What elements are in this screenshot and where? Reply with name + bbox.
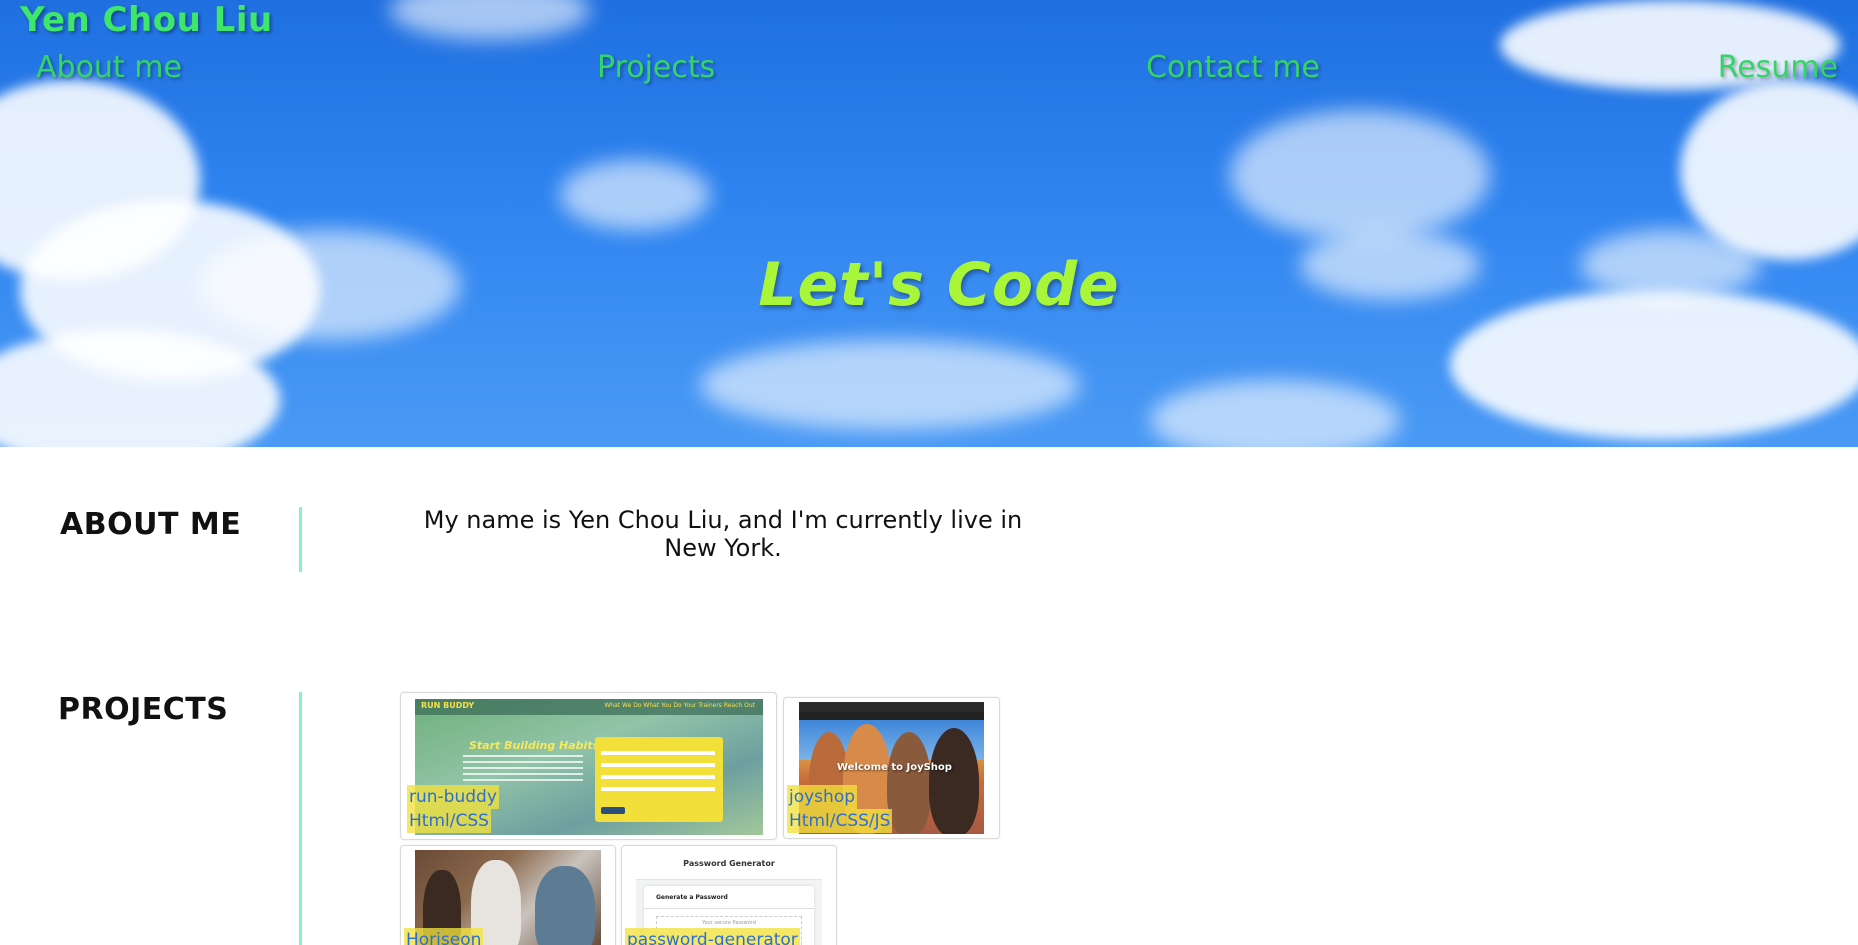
thumbnail-subtitle: Generate a Password xyxy=(656,894,728,901)
cloud-graphic xyxy=(560,160,710,230)
nav-link-resume[interactable]: Resume xyxy=(1718,50,1838,85)
nav-link-projects[interactable]: Projects xyxy=(597,50,715,85)
thumbnail-form-field xyxy=(601,787,715,791)
thumbnail-text-line xyxy=(463,773,583,775)
thumbnail-title: Password Generator xyxy=(683,859,775,868)
thumbnail-logo: RUN BUDDY xyxy=(421,701,475,710)
project-name-label[interactable]: joyshop xyxy=(787,785,858,809)
cloud-graphic xyxy=(1230,110,1490,240)
nav-link-about[interactable]: About me xyxy=(36,50,182,85)
about-text: My name is Yen Chou Liu, and I'm current… xyxy=(423,506,1023,562)
thumbnail-text-line xyxy=(463,767,583,769)
cloud-graphic xyxy=(1150,380,1400,447)
thumbnail-form xyxy=(595,737,723,822)
thumbnail-placeholder: Your secure Password xyxy=(702,920,756,926)
thumbnail-person xyxy=(929,728,979,834)
main-nav: About me Projects Contact me Resume xyxy=(0,50,1858,94)
about-title: ABOUT ME xyxy=(60,507,242,542)
thumbnail-divider xyxy=(644,908,814,909)
hero-banner: Yen Chou Liu About me Projects Contact m… xyxy=(0,0,1858,447)
project-card-run-buddy[interactable]: RUN BUDDY What We Do What You Do Your Tr… xyxy=(400,692,777,840)
cloud-graphic xyxy=(700,340,1080,430)
thumbnail-form-field xyxy=(601,775,715,779)
thumbnail-headline: Start Building Habits. xyxy=(469,739,604,752)
project-tech-label: Html/CSS xyxy=(407,809,491,833)
project-name-label[interactable]: password-generator xyxy=(625,928,800,945)
thumbnail-form-field xyxy=(601,751,715,755)
thumbnail-text-line xyxy=(463,761,583,763)
thumbnail-navbar xyxy=(799,702,984,712)
thumbnail-form-field xyxy=(601,763,715,767)
thumbnail-text-line xyxy=(463,779,583,781)
project-card-horiseon[interactable]: Horiseon xyxy=(400,845,616,945)
projects-title: PROJECTS xyxy=(58,692,229,727)
project-card-joyshop[interactable]: Welcome to JoyShop joyshop Html/CSS/JS xyxy=(783,697,1000,839)
nav-link-contact[interactable]: Contact me xyxy=(1146,50,1320,85)
thumbnail-header: Password Generator xyxy=(636,850,822,880)
cloud-graphic xyxy=(390,0,590,40)
thumbnail-nav-text: What We Do What You Do Your Trainers Rea… xyxy=(604,702,755,709)
project-card-password-generator[interactable]: Password Generator Generate a Password Y… xyxy=(621,845,837,945)
thumbnail-promo-banner xyxy=(799,712,984,720)
thumbnail-person xyxy=(535,866,595,945)
project-tech-label: Html/CSS/JS xyxy=(787,809,893,833)
project-name-label[interactable]: Horiseon xyxy=(404,928,484,945)
section-divider xyxy=(299,692,302,945)
hero-heading: Let's Code xyxy=(758,250,1120,320)
site-title: Yen Chou Liu xyxy=(20,0,273,40)
project-name-label[interactable]: run-buddy xyxy=(407,785,499,809)
thumbnail-headline: Welcome to JoyShop xyxy=(837,762,952,773)
thumbnail-person xyxy=(887,732,931,834)
thumbnail-text-line xyxy=(463,755,583,757)
thumbnail-form-button xyxy=(601,807,625,814)
section-divider xyxy=(299,507,302,572)
